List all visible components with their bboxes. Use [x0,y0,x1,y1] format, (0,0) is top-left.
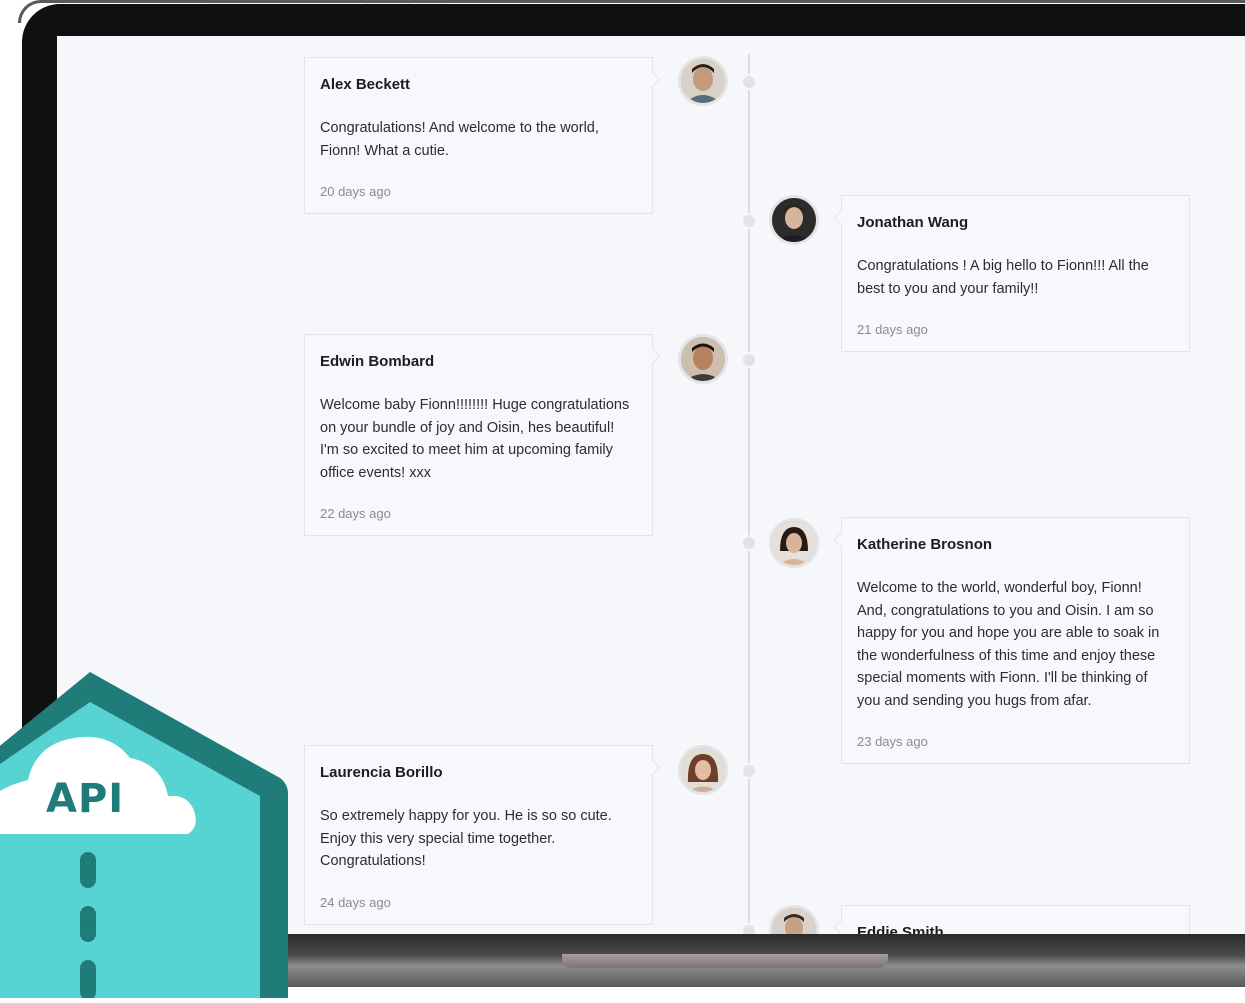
avatar[interactable] [769,195,819,245]
comment-card: Jonathan Wang Congratulations ! A big he… [841,195,1190,352]
comment-text: Welcome baby Fionn!!!!!!!! Huge congratu… [320,397,630,481]
comment-author[interactable]: Edwin Bombard [320,353,637,370]
timeline-dot [741,923,757,934]
comment-card: Eddie Smith [841,905,1190,934]
comment-text: Welcome to the world, wonderful boy, Fio… [857,580,1160,709]
timeline-line [748,54,750,934]
comment-card: Alex Beckett Congratulations! And welcom… [304,57,653,214]
avatar[interactable] [769,518,819,568]
person-avatar-icon [772,908,816,934]
timeline-dot [741,535,757,551]
comment-card: Katherine Brosnon Welcome to the world, … [841,517,1190,764]
person-avatar-icon [772,521,816,565]
api-badge: API [0,668,290,1000]
comment-time: 20 days ago [320,184,391,199]
timeline-dot [741,763,757,779]
comment-text: Congratulations! And welcome to the worl… [320,120,599,159]
comment-author[interactable]: Katherine Brosnon [857,536,1174,553]
person-avatar-icon [681,59,725,103]
comment-time: 21 days ago [857,322,928,337]
person-avatar-icon [772,198,816,242]
person-avatar-icon [681,337,725,381]
comment-author[interactable]: Jonathan Wang [857,214,1174,231]
comment-text: So extremely happy for you. He is so so … [320,808,612,869]
laptop-hinge [562,954,888,968]
comment-card: Laurencia Borillo So extremely happy for… [304,745,653,925]
avatar[interactable] [769,905,819,934]
api-label: API [46,776,125,822]
comment-time: 24 days ago [320,894,391,910]
comment-author[interactable]: Eddie Smith [857,924,1174,934]
comment-text: Congratulations ! A big hello to Fionn!!… [857,258,1149,297]
timeline-dot [741,74,757,90]
person-avatar-icon [681,748,725,792]
comment-author[interactable]: Laurencia Borillo [320,764,637,781]
timeline-dot [741,352,757,368]
comment-time: 23 days ago [857,734,928,749]
comment-author[interactable]: Alex Beckett [320,76,637,93]
avatar[interactable] [678,745,728,795]
comment-time: 22 days ago [320,506,391,521]
timeline-dot [741,213,757,229]
cloud-api-icon [0,672,288,1000]
avatar[interactable] [678,56,728,106]
avatar[interactable] [678,334,728,384]
comment-card: Edwin Bombard Welcome baby Fionn!!!!!!!!… [304,334,653,536]
